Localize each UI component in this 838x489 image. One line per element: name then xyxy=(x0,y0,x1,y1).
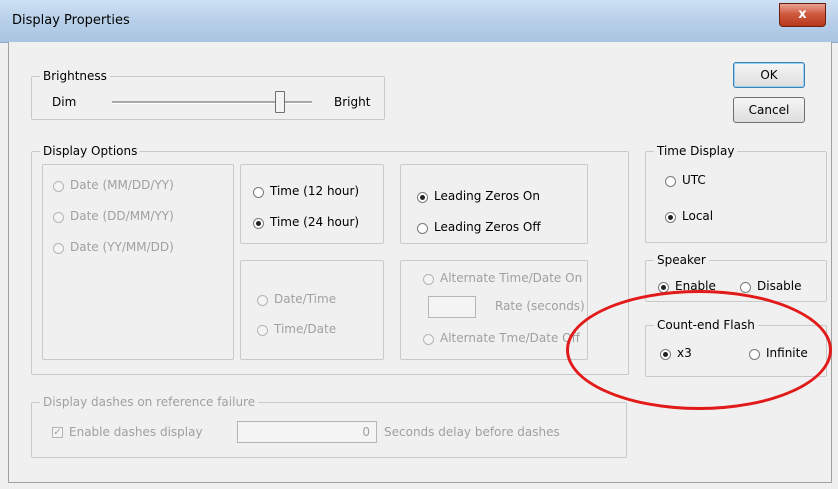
date-time-radio[interactable] xyxy=(257,295,268,306)
window-title: Display Properties xyxy=(12,13,130,28)
ok-button[interactable]: OK xyxy=(733,62,805,88)
date-ddmmyy-radio[interactable] xyxy=(53,212,64,223)
title-bar: Display Properties x xyxy=(0,0,838,43)
speaker-disable-label: Disable xyxy=(757,279,802,293)
leading-zeros-off-radio[interactable] xyxy=(417,223,428,234)
utc-label: UTC xyxy=(682,173,706,187)
leading-zeros-off-label: Leading Zeros Off xyxy=(434,220,541,234)
alternate-box: Alternate Time/Date On Rate (seconds) Al… xyxy=(400,260,588,360)
leading-zeros-on-radio[interactable] xyxy=(417,192,428,203)
local-radio[interactable] xyxy=(665,212,676,223)
time-12-radio[interactable] xyxy=(253,187,264,198)
speaker-disable-radio[interactable] xyxy=(740,282,751,293)
rate-label: Rate (seconds) xyxy=(495,299,585,313)
date-time-label: Date/Time xyxy=(274,292,337,306)
time-date-radio[interactable] xyxy=(257,325,268,336)
rate-input[interactable] xyxy=(428,296,476,318)
utc-radio[interactable] xyxy=(665,176,676,187)
display-options-legend: Display Options xyxy=(40,144,141,158)
enable-dashes-checkbox[interactable]: ✓ xyxy=(52,427,63,438)
date-time-order-box: Date/Time Time/Date xyxy=(240,260,384,360)
time-24-radio[interactable] xyxy=(253,218,264,229)
highlight-ellipse xyxy=(566,290,832,410)
date-yymmdd-label: Date (YY/MM/DD) xyxy=(70,240,174,254)
alternate-off-label: Alternate Tme/Date Off xyxy=(440,331,580,345)
close-button[interactable]: x xyxy=(779,3,826,27)
brightness-slider-thumb[interactable] xyxy=(275,91,285,113)
time-display-legend: Time Display xyxy=(654,144,738,158)
local-label: Local xyxy=(682,209,714,223)
time-24-label: Time (24 hour) xyxy=(270,215,360,229)
alternate-on-radio[interactable] xyxy=(423,274,434,285)
date-format-box: Date (MM/DD/YY) Date (DD/MM/YY) Date (YY… xyxy=(42,164,234,360)
brightness-dim-label: Dim xyxy=(52,95,77,109)
date-mmddyy-label: Date (MM/DD/YY) xyxy=(70,178,174,192)
alternate-on-label: Alternate Time/Date On xyxy=(440,271,583,285)
leading-zeros-on-label: Leading Zeros On xyxy=(434,189,540,203)
time-format-box: Time (12 hour) Time (24 hour) xyxy=(240,164,384,244)
brightness-bright-label: Bright xyxy=(334,95,371,109)
time-12-label: Time (12 hour) xyxy=(270,184,360,198)
cancel-button[interactable]: Cancel xyxy=(733,97,805,123)
close-icon: x xyxy=(798,7,807,22)
time-display-group: Time Display UTC Local xyxy=(645,144,827,243)
brightness-group: Brightness Dim Bright xyxy=(31,69,385,120)
speaker-legend: Speaker xyxy=(654,253,709,267)
dashes-legend: Display dashes on reference failure xyxy=(40,395,259,409)
dashes-delay-label: Seconds delay before dashes xyxy=(384,425,560,439)
leading-zeros-box: Leading Zeros On Leading Zeros Off xyxy=(400,164,588,244)
display-options-frame: Display Options Date (MM/DD/YY) Date (DD… xyxy=(31,144,629,375)
dashes-delay-input[interactable]: 0 xyxy=(237,421,377,443)
time-date-label: Time/Date xyxy=(274,322,337,336)
dashes-group: Display dashes on reference failure ✓ En… xyxy=(31,395,627,458)
alternate-off-radio[interactable] xyxy=(423,334,434,345)
brightness-legend: Brightness xyxy=(40,69,110,83)
enable-dashes-label: Enable dashes display xyxy=(69,425,203,439)
date-yymmdd-radio[interactable] xyxy=(53,243,64,254)
date-ddmmyy-label: Date (DD/MM/YY) xyxy=(70,209,174,223)
date-mmddyy-radio[interactable] xyxy=(53,181,64,192)
